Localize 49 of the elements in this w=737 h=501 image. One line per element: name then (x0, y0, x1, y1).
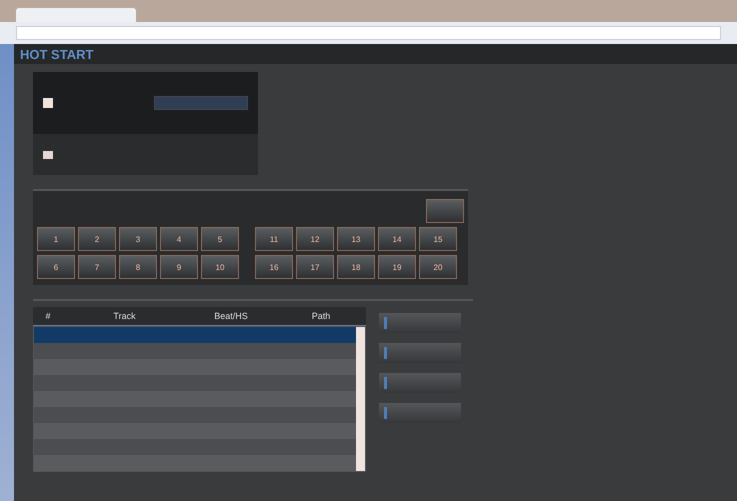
pad-button[interactable]: 7 (78, 255, 116, 279)
browser-tab[interactable] (16, 8, 136, 22)
column-header: Path (310, 311, 332, 321)
bar-icon (384, 377, 387, 389)
pad-button[interactable]: 2 (78, 227, 116, 251)
action-button[interactable] (379, 343, 461, 363)
table-row[interactable] (34, 407, 356, 423)
bar-icon (384, 347, 387, 359)
pad-button[interactable]: 12 (296, 227, 334, 251)
pad-button[interactable]: 1 (37, 227, 75, 251)
scrollbar[interactable] (356, 327, 365, 471)
table-row[interactable] (34, 455, 356, 471)
table-row[interactable] (34, 359, 356, 375)
pad-button[interactable]: 15 (419, 227, 457, 251)
pad-button[interactable]: 14 (378, 227, 416, 251)
pad-button[interactable]: 6 (37, 255, 75, 279)
table-row[interactable] (34, 343, 356, 359)
table-row[interactable] (34, 423, 356, 439)
channel-dropdown[interactable] (154, 96, 248, 110)
table-row[interactable] (34, 375, 356, 391)
column-header: Beat/HS (213, 311, 249, 321)
column-header: Track (112, 311, 137, 321)
action-button[interactable] (379, 373, 461, 393)
table-row[interactable] (34, 439, 356, 455)
pad-button[interactable]: 5 (201, 227, 239, 251)
column-header: # (44, 311, 52, 321)
pad-button[interactable]: 13 (337, 227, 375, 251)
pad-button[interactable]: 20 (419, 255, 457, 279)
pad-button[interactable]: 8 (119, 255, 157, 279)
bar-icon (384, 317, 387, 329)
bar-icon (384, 407, 387, 419)
app-title: HOT START (20, 46, 94, 62)
pad-button[interactable]: 4 (160, 227, 198, 251)
action-button[interactable] (379, 313, 461, 333)
pad-button[interactable]: 9 (160, 255, 198, 279)
pad-button[interactable]: 17 (296, 255, 334, 279)
table-row[interactable] (34, 327, 356, 343)
pad-button[interactable]: 19 (378, 255, 416, 279)
pad-button[interactable]: 18 (337, 255, 375, 279)
address-bar[interactable] (16, 26, 721, 40)
pad-button[interactable]: 10 (201, 255, 239, 279)
table-row[interactable] (34, 391, 356, 407)
pad-button[interactable] (426, 199, 464, 223)
checkbox[interactable] (43, 98, 53, 108)
pad-button[interactable]: 11 (255, 227, 293, 251)
pad-button[interactable]: 3 (119, 227, 157, 251)
square-icon (43, 150, 53, 158)
pad-button[interactable]: 16 (255, 255, 293, 279)
action-button[interactable] (379, 403, 461, 423)
